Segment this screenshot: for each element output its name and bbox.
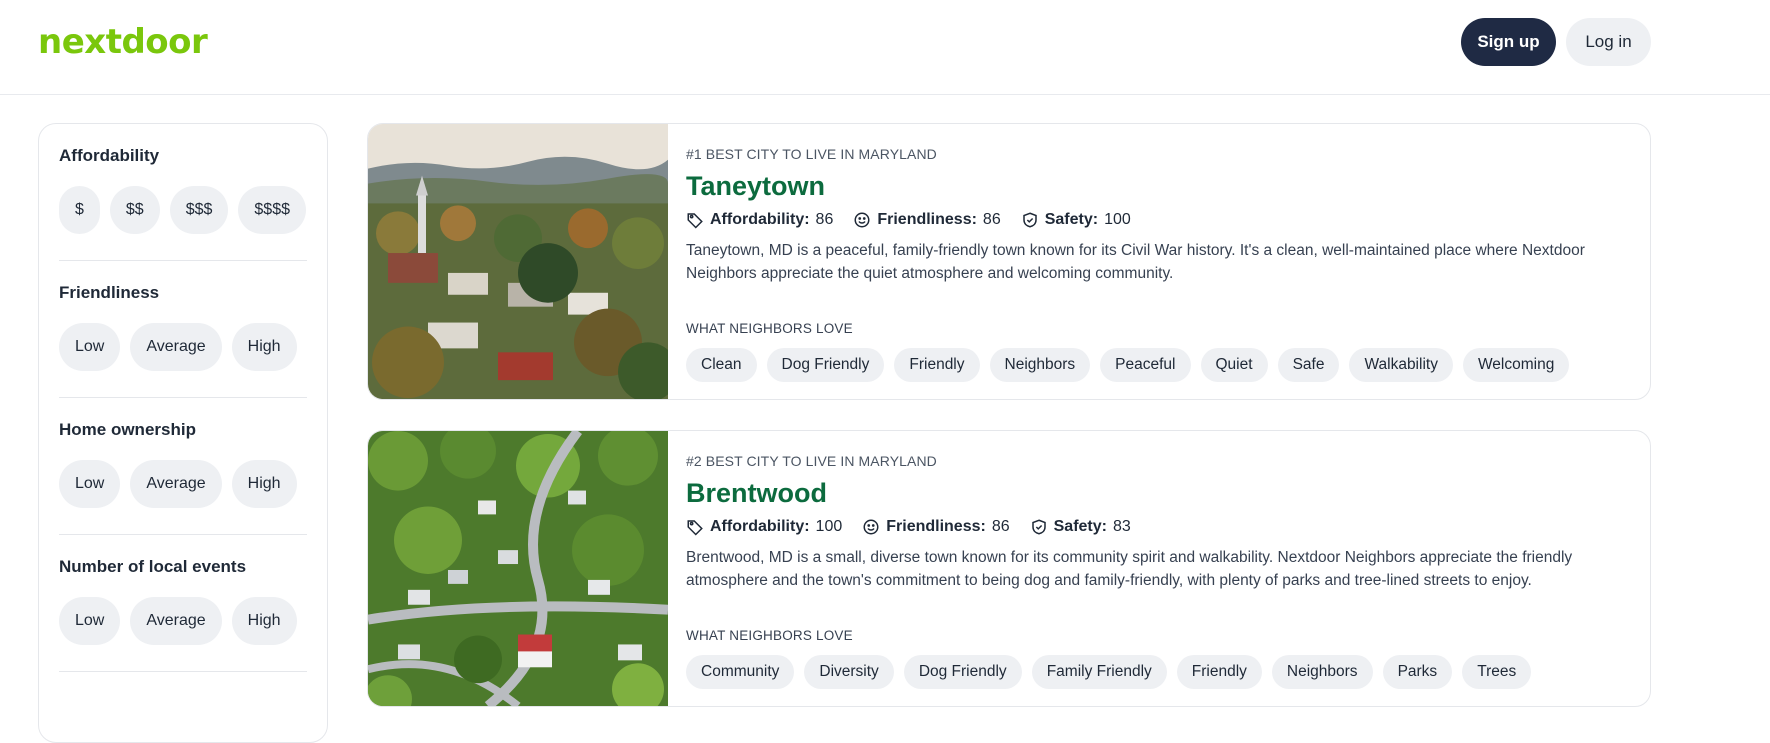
tag[interactable]: Safe bbox=[1277, 348, 1340, 382]
tag[interactable]: Neighbors bbox=[989, 348, 1091, 382]
city-metrics: Affordability: 86 Friendliness: 86 Safet… bbox=[686, 211, 1630, 229]
filter-affordability: Affordability $ $$ $$$ $$$$ bbox=[59, 124, 307, 261]
safety-label: Safety: bbox=[1053, 518, 1107, 535]
tag-icon bbox=[687, 213, 703, 229]
tag[interactable]: Family Friendly bbox=[1031, 655, 1167, 689]
signup-button[interactable]: Sign up bbox=[1461, 18, 1556, 66]
affordability-value: 86 bbox=[815, 211, 834, 228]
affordability-value: 100 bbox=[815, 518, 843, 535]
filter-chip[interactable]: Low bbox=[59, 597, 121, 645]
safety-label: Safety: bbox=[1044, 211, 1099, 228]
city-card-taneytown[interactable]: #1 BEST CITY TO LIVE IN MARYLAND Taneyto… bbox=[367, 123, 1651, 400]
tag[interactable]: Peaceful bbox=[1100, 348, 1191, 382]
tag[interactable]: Quiet bbox=[1200, 348, 1268, 382]
city-name[interactable]: Brentwood bbox=[686, 478, 1630, 509]
filter-chip[interactable]: High bbox=[231, 323, 297, 371]
filter-chip[interactable]: Low bbox=[59, 323, 121, 371]
filter-home-ownership: Home ownership Low Average High bbox=[59, 398, 307, 535]
filter-chip[interactable]: Average bbox=[130, 597, 222, 645]
filter-chip[interactable]: Low bbox=[59, 460, 121, 508]
filter-chip[interactable]: High bbox=[231, 460, 297, 508]
filter-chip[interactable]: $ bbox=[59, 186, 100, 234]
tag[interactable]: Friendly bbox=[894, 348, 980, 382]
city-photo[interactable] bbox=[368, 124, 668, 399]
city-rank: #1 BEST CITY TO LIVE IN MARYLAND bbox=[686, 146, 937, 162]
tag-icon bbox=[687, 520, 703, 536]
city-name[interactable]: Taneytown bbox=[686, 171, 1630, 202]
shield-check-icon bbox=[1022, 212, 1037, 228]
affordability-label: Affordability: bbox=[710, 518, 810, 535]
tag[interactable]: Dog Friendly bbox=[903, 655, 1022, 689]
filter-chip[interactable]: Average bbox=[130, 323, 222, 371]
friendliness-value: 86 bbox=[982, 211, 1001, 228]
filter-title: Home ownership bbox=[59, 420, 196, 439]
smiley-icon bbox=[854, 212, 870, 228]
tag[interactable]: Dog Friendly bbox=[766, 348, 885, 382]
tag[interactable]: Walkability bbox=[1349, 348, 1453, 382]
login-button[interactable]: Log in bbox=[1566, 18, 1651, 66]
city-rank: #2 BEST CITY TO LIVE IN MARYLAND bbox=[686, 453, 937, 469]
city-photo[interactable] bbox=[368, 431, 668, 706]
tag[interactable]: Parks bbox=[1382, 655, 1453, 689]
top-header: nextdoor Sign up Log in bbox=[0, 0, 1770, 95]
friendliness-label: Friendliness: bbox=[877, 211, 977, 228]
what-neighbors-love-title: WHAT NEIGHBORS LOVE bbox=[686, 628, 853, 643]
shield-check-icon bbox=[1031, 519, 1046, 535]
tag[interactable]: Community bbox=[686, 655, 795, 689]
tag[interactable]: Friendly bbox=[1176, 655, 1262, 689]
nextdoor-logo[interactable]: nextdoor bbox=[38, 22, 208, 62]
city-description: Brentwood, MD is a small, diverse town k… bbox=[686, 549, 1573, 589]
filter-chip[interactable]: $$$$ bbox=[238, 186, 306, 234]
what-neighbors-love-title: WHAT NEIGHBORS LOVE bbox=[686, 321, 853, 336]
filter-chip[interactable]: $$$ bbox=[169, 186, 229, 234]
friendliness-label: Friendliness: bbox=[886, 518, 986, 535]
filter-title: Affordability bbox=[59, 146, 160, 165]
filter-chip[interactable]: Average bbox=[130, 460, 222, 508]
filter-chip[interactable]: High bbox=[231, 597, 297, 645]
tag[interactable]: Clean bbox=[686, 348, 757, 382]
tag-list: Community Diversity Dog Friendly Family … bbox=[686, 655, 1630, 689]
safety-value: 83 bbox=[1112, 518, 1131, 535]
smiley-icon bbox=[863, 519, 879, 535]
filter-friendliness: Friendliness Low Average High bbox=[59, 261, 307, 398]
affordability-label: Affordability: bbox=[710, 211, 810, 228]
filter-title: Friendliness bbox=[59, 283, 160, 302]
filter-title: Number of local events bbox=[59, 557, 247, 576]
tag[interactable]: Diversity bbox=[804, 655, 894, 689]
filter-chip[interactable]: $$ bbox=[109, 186, 160, 234]
safety-value: 100 bbox=[1104, 211, 1131, 228]
city-metrics: Affordability: 100 Friendliness: 86 Safe… bbox=[686, 518, 1630, 536]
tag[interactable]: Neighbors bbox=[1271, 655, 1373, 689]
tag[interactable]: Trees bbox=[1462, 655, 1532, 689]
city-description: Taneytown, MD is a peaceful, family-frie… bbox=[686, 242, 1585, 282]
city-card-brentwood[interactable]: #2 BEST CITY TO LIVE IN MARYLAND Brentwo… bbox=[367, 430, 1651, 707]
filter-sidebar: Affordability $ $$ $$$ $$$$ Friendliness… bbox=[38, 123, 328, 743]
tag-list: Clean Dog Friendly Friendly Neighbors Pe… bbox=[686, 348, 1630, 382]
filter-local-events: Number of local events Low Average High bbox=[59, 535, 307, 672]
tag[interactable]: Welcoming bbox=[1462, 348, 1570, 382]
friendliness-value: 86 bbox=[991, 518, 1010, 535]
